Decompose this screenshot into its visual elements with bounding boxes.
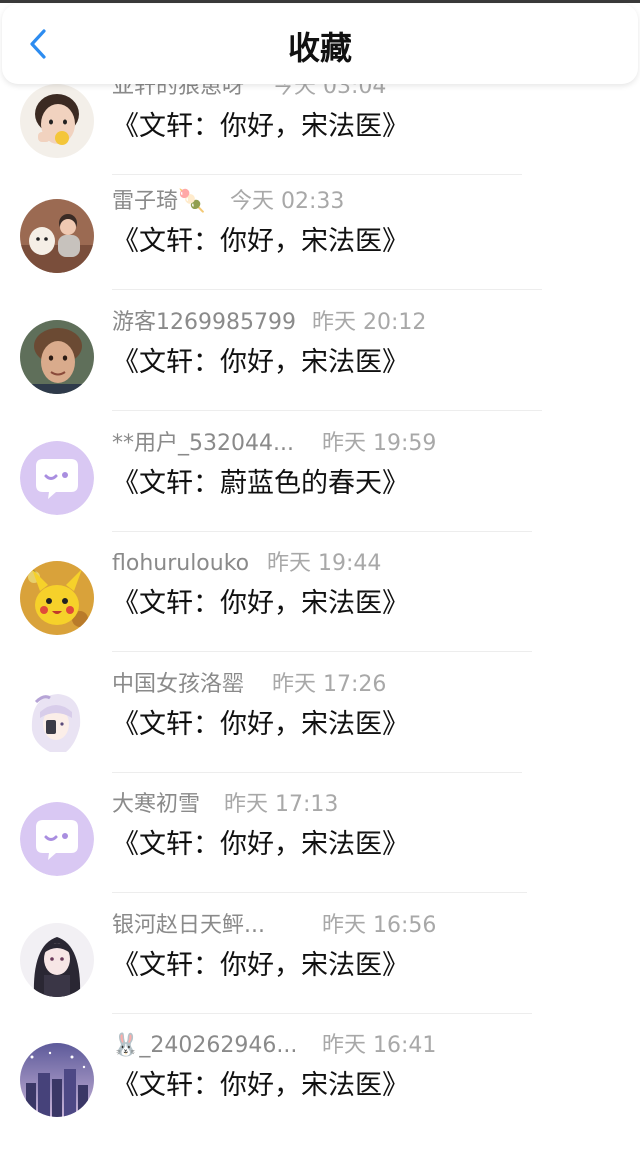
username[interactable]: 大寒初雪	[112, 792, 200, 817]
divider	[112, 651, 532, 652]
timestamp: 昨天 19:59	[322, 431, 437, 456]
item-content[interactable]: 《文轩：你好，宋法医》	[112, 585, 409, 623]
default-chat-avatar-icon[interactable]	[20, 441, 94, 515]
item-content[interactable]: 《文轩：你好，宋法医》	[112, 947, 409, 985]
username[interactable]: 中国女孩洛罂	[112, 672, 244, 697]
item-content[interactable]: 《文轩：你好，宋法医》	[112, 223, 409, 261]
timestamp: 昨天 16:41	[322, 1033, 437, 1058]
user-avatar[interactable]	[20, 320, 94, 394]
timestamp: 今天 02:33	[230, 189, 345, 214]
username[interactable]: 银河赵日天鲆...	[112, 913, 265, 938]
anime-dark-girl-icon[interactable]	[20, 923, 94, 997]
list-item[interactable]: **用户_532044... 昨天 19:59 《文轩：蔚蓝色的春天》	[0, 431, 640, 561]
list-item[interactable]: 雷子琦🍡 今天 02:33 《文轩：你好，宋法医》	[0, 189, 640, 319]
list-item[interactable]: 🐰_240262946... 昨天 16:41 《文轩：你好，宋法医》	[0, 1033, 640, 1163]
item-content[interactable]: 《文轩：你好，宋法医》	[112, 1067, 409, 1105]
item-content[interactable]: 《文轩：你好，宋法医》	[112, 108, 409, 146]
item-content[interactable]: 《文轩：你好，宋法医》	[112, 706, 409, 744]
item-content[interactable]: 《文轩：你好，宋法医》	[112, 344, 409, 382]
divider	[112, 174, 522, 175]
timestamp: 昨天 16:56	[322, 913, 437, 938]
list-item[interactable]: 中国女孩洛罂 昨天 17:26 《文轩：你好，宋法医》	[0, 672, 640, 802]
timestamp: 昨天 17:13	[224, 792, 339, 817]
item-meta: 雷子琦🍡 今天 02:33	[112, 186, 344, 218]
page-title: 收藏	[287, 29, 352, 67]
item-meta: 中国女孩洛罂 昨天 17:26	[112, 669, 386, 701]
list-item[interactable]: 游客1269985799 昨天 20:12 《文轩：你好，宋法医》	[0, 310, 640, 440]
list-item[interactable]: 大寒初雪 昨天 17:13 《文轩：你好，宋法医》	[0, 792, 640, 922]
timestamp: 昨天 17:26	[272, 672, 387, 697]
username[interactable]: **用户_532044...	[112, 431, 294, 456]
item-meta: **用户_532044... 昨天 19:59	[112, 428, 436, 460]
timestamp: 昨天 19:44	[267, 551, 382, 576]
divider	[112, 1013, 532, 1014]
item-meta: 游客1269985799 昨天 20:12	[112, 307, 426, 339]
item-meta: 🐰_240262946... 昨天 16:41	[112, 1030, 436, 1062]
divider	[112, 892, 527, 893]
divider	[112, 410, 542, 411]
divider	[112, 531, 532, 532]
header-bar: 收藏	[2, 4, 638, 84]
item-content[interactable]: 《文轩：蔚蓝色的春天》	[112, 465, 409, 503]
list-item[interactable]: flohurulouko 昨天 19:44 《文轩：你好，宋法医》	[0, 551, 640, 681]
username[interactable]: 游客1269985799	[112, 310, 296, 335]
item-meta: 银河赵日天鲆... 昨天 16:56	[112, 910, 436, 942]
divider	[112, 289, 542, 290]
status-strip	[0, 0, 640, 3]
username[interactable]: 雷子琦🍡	[112, 189, 205, 214]
list-item[interactable]: 银河赵日天鲆... 昨天 16:56 《文轩：你好，宋法医》	[0, 913, 640, 1043]
user-avatar[interactable]	[20, 199, 94, 273]
username[interactable]: flohurulouko	[112, 551, 249, 576]
night-city-icon[interactable]	[20, 1043, 94, 1117]
pikachu-icon[interactable]	[20, 561, 94, 635]
anime-girl-icon[interactable]	[20, 682, 94, 756]
divider	[112, 772, 522, 773]
item-meta: flohurulouko 昨天 19:44	[112, 548, 381, 580]
default-chat-avatar-icon[interactable]	[20, 802, 94, 876]
username[interactable]: 🐰_240262946...	[112, 1033, 297, 1058]
item-meta: 大寒初雪 昨天 17:13	[112, 789, 338, 821]
timestamp: 昨天 20:12	[312, 310, 427, 335]
item-content[interactable]: 《文轩：你好，宋法医》	[112, 826, 409, 864]
user-avatar[interactable]	[20, 84, 94, 158]
